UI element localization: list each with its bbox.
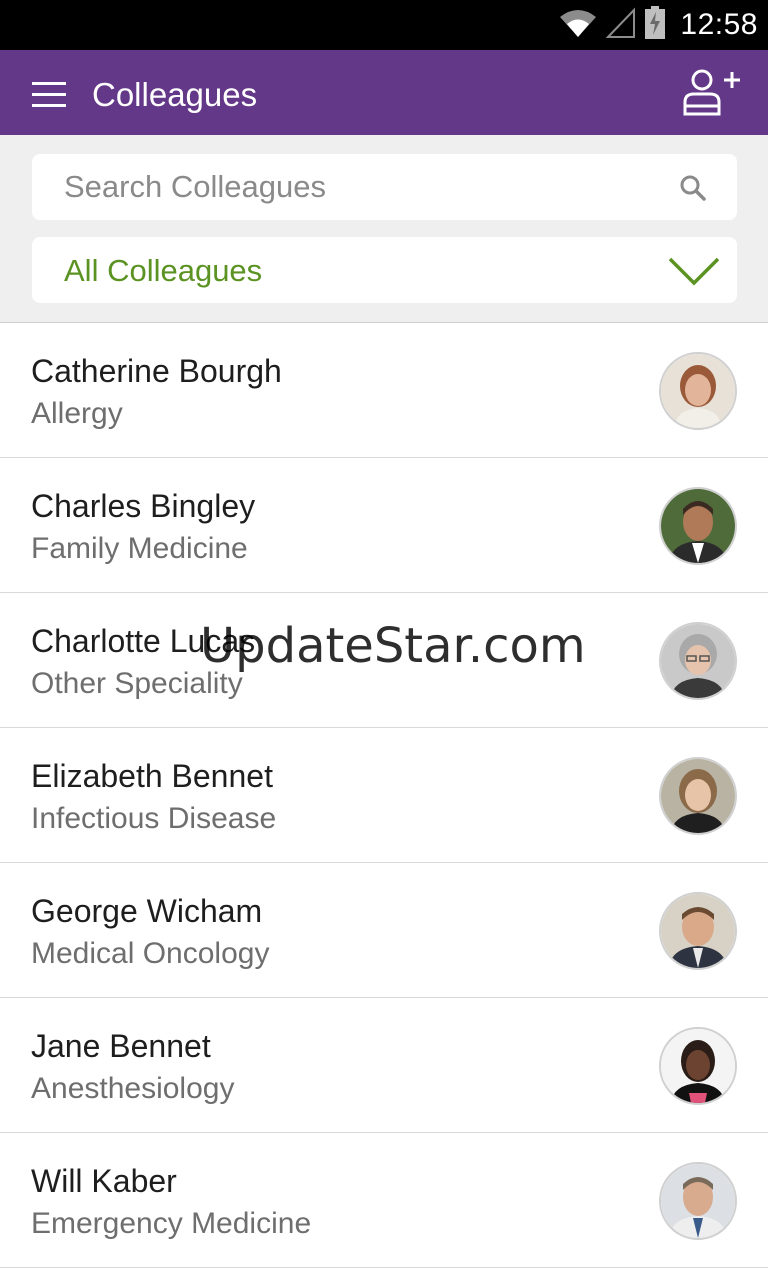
group-select-value: All Colleagues	[64, 253, 263, 288]
avatar	[659, 1027, 737, 1105]
status-time: 12:58	[680, 8, 758, 41]
menu-icon	[32, 82, 66, 85]
colleague-row[interactable]: Catherine Bourgh Allergy	[0, 323, 768, 458]
chevron-down-icon	[668, 257, 720, 286]
colleague-specialty: Infectious Disease	[31, 802, 277, 835]
colleague-row[interactable]: Charles Bingley Family Medicine	[0, 458, 768, 593]
colleague-specialty: Anesthesiology	[31, 1072, 235, 1105]
colleague-name: Charles Bingley	[31, 488, 256, 524]
status-icons: 12:58	[558, 0, 758, 50]
search-input[interactable]	[32, 154, 652, 220]
wifi-icon	[558, 7, 598, 44]
avatar	[659, 352, 737, 430]
avatar	[659, 757, 737, 835]
avatar	[659, 892, 737, 970]
colleague-name: Charlotte Lucas	[31, 623, 256, 659]
colleague-specialty: Emergency Medicine	[31, 1207, 312, 1240]
avatar	[659, 622, 737, 700]
screen: 12:58 Colleagues Search Colleagues All C…	[0, 0, 768, 1280]
add-colleague-button[interactable]	[682, 66, 742, 120]
colleague-specialty: Other Speciality	[31, 667, 243, 700]
avatar	[659, 1162, 737, 1240]
menu-icon-bar	[32, 104, 66, 107]
menu-button[interactable]	[28, 74, 70, 112]
cellular-signal-icon	[606, 7, 636, 44]
colleague-name: Will Kaber	[31, 1163, 177, 1199]
colleague-specialty: Medical Oncology	[31, 937, 270, 970]
battery-charging-icon	[644, 5, 666, 45]
colleague-name: Elizabeth Bennet	[31, 758, 273, 794]
colleague-specialty: Family Medicine	[31, 532, 248, 565]
search-box	[32, 154, 737, 220]
colleague-name: Catherine Bourgh	[31, 353, 282, 389]
avatar	[659, 487, 737, 565]
colleague-name: George Wicham	[31, 893, 263, 929]
colleague-row[interactable]: Elizabeth Bennet Infectious Disease	[0, 728, 768, 863]
colleague-group-select[interactable]: All Colleagues	[32, 237, 737, 303]
page-title: Colleagues	[92, 76, 258, 113]
colleague-row[interactable]: Charlotte Lucas Other Speciality	[0, 593, 768, 728]
colleague-row[interactable]: Will Kaber Emergency Medicine	[0, 1133, 768, 1268]
menu-icon-bar	[32, 93, 66, 96]
colleague-specialty: Allergy	[31, 397, 123, 430]
search-icon[interactable]	[679, 174, 707, 202]
colleague-row[interactable]: Jane Bennet Anesthesiology	[0, 998, 768, 1133]
status-bar: 12:58	[0, 0, 768, 50]
colleague-name: Jane Bennet	[31, 1028, 211, 1064]
add-colleague-icon	[683, 69, 740, 116]
filter-area: All Colleagues	[0, 135, 768, 323]
colleague-row[interactable]: George Wicham Medical Oncology	[0, 863, 768, 998]
colleague-list: Catherine Bourgh Allergy Charles Bingley…	[0, 323, 768, 1268]
app-bar: Colleagues	[0, 50, 768, 135]
